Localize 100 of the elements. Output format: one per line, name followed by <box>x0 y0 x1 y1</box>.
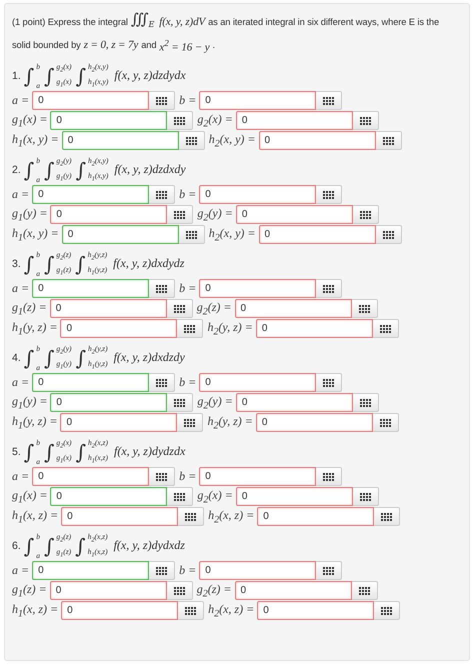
grid-icon <box>174 116 186 125</box>
equation-editor-button[interactable] <box>167 205 194 224</box>
grid-icon <box>186 136 197 145</box>
answer-field[interactable]: 0 <box>199 185 316 204</box>
grid-icon <box>323 96 334 105</box>
answer-field[interactable]: 0 <box>32 91 150 110</box>
integral-sign: ∫ <box>42 344 56 372</box>
answer-field[interactable]: 0 <box>199 373 316 392</box>
answer-field[interactable]: 0 <box>199 91 316 110</box>
answer-field[interactable]: 0 <box>234 299 352 318</box>
equation-editor-button[interactable] <box>149 91 176 110</box>
equation-editor-button[interactable] <box>316 279 342 298</box>
equation-editor-button[interactable] <box>316 373 342 392</box>
answer-field[interactable]: 0 <box>256 319 373 338</box>
grid-icon <box>358 586 370 595</box>
equation-editor-button[interactable] <box>352 581 378 600</box>
answer-field[interactable]: 0 <box>257 507 374 526</box>
equation-editor-button[interactable] <box>316 185 342 204</box>
answer-field[interactable]: 0 <box>236 487 353 506</box>
answer-field[interactable]: 0 <box>61 507 178 526</box>
grid-icon <box>174 398 186 407</box>
equation-editor-button[interactable] <box>352 487 379 506</box>
integral-sign: ∫ <box>74 344 87 372</box>
equation-editor-button[interactable] <box>352 111 379 130</box>
problem-text: solid bounded by <box>12 39 81 52</box>
equation-editor-button[interactable] <box>352 205 379 224</box>
answer-field[interactable]: 0 <box>257 601 374 620</box>
equation-editor-button[interactable] <box>374 601 400 620</box>
answer-field[interactable]: 0 <box>32 373 150 392</box>
grid-icon <box>381 512 392 521</box>
field-label: a = <box>12 469 30 484</box>
equation-editor-button[interactable] <box>178 131 205 150</box>
equation-editor-button[interactable] <box>177 319 204 338</box>
answer-field[interactable]: 0 <box>32 279 150 298</box>
equation-editor-button[interactable] <box>376 225 402 244</box>
answer-field[interactable]: 0 <box>62 131 179 150</box>
equation-editor-button[interactable] <box>149 373 176 392</box>
answer-field[interactable]: 0 <box>60 319 178 338</box>
equation-editor-button[interactable] <box>149 279 176 298</box>
integrand: f(x, y, z)dydxdz <box>114 538 185 554</box>
grid-icon <box>360 116 371 125</box>
answer-field[interactable]: 0 <box>50 393 168 412</box>
answer-field[interactable]: 0 <box>236 393 353 412</box>
answer-field[interactable]: 0 <box>62 225 179 244</box>
integral-sign: ∫ <box>22 156 36 184</box>
answer-field[interactable]: 0 <box>50 205 168 224</box>
equation-editor-button[interactable] <box>167 111 194 130</box>
grid-icon <box>174 304 185 313</box>
equation-editor-button[interactable] <box>177 413 204 432</box>
grid-icon <box>382 230 394 239</box>
field-label: g$_{2}$(y) = <box>197 206 233 224</box>
equation-editor-button[interactable] <box>167 393 194 412</box>
equation-editor-button[interactable] <box>372 413 399 432</box>
grid-icon <box>156 284 168 293</box>
answer-field[interactable]: 0 <box>258 131 376 150</box>
equation: z = 0, z = 7y <box>84 38 138 54</box>
equation-editor-button[interactable] <box>374 507 400 526</box>
equation-editor-button[interactable] <box>149 185 176 204</box>
equation-editor-button[interactable] <box>352 393 379 412</box>
integral-sign: ∫ <box>42 532 56 560</box>
answer-field[interactable]: 0 <box>236 205 353 224</box>
answer-field[interactable]: 0 <box>32 467 150 486</box>
equation-editor-button[interactable] <box>149 561 176 580</box>
grid-icon <box>380 418 391 427</box>
field-label: g$_{2}$(z) = <box>196 582 232 600</box>
answer-field[interactable]: 0 <box>50 581 167 600</box>
answer-field[interactable]: 0 <box>50 111 168 130</box>
answer-field[interactable]: 0 <box>50 487 168 506</box>
equation-editor-button[interactable] <box>166 299 193 318</box>
field-label: g$_{1}$(z) = <box>12 582 47 600</box>
equation-editor-button[interactable] <box>376 131 402 150</box>
equation-editor-button[interactable] <box>178 601 204 620</box>
equation-editor-button[interactable] <box>167 487 194 506</box>
answer-field[interactable]: 0 <box>199 561 316 580</box>
grid-icon <box>381 606 392 615</box>
answer-field[interactable]: 0 <box>32 561 150 580</box>
equation-editor-button[interactable] <box>316 91 342 110</box>
field-label: b = <box>179 281 196 296</box>
answer-field[interactable]: 0 <box>234 581 352 600</box>
equation-editor-button[interactable] <box>316 561 342 580</box>
answer-field[interactable]: 0 <box>199 279 316 298</box>
answer-field[interactable]: 0 <box>32 185 150 204</box>
equation-editor-button[interactable] <box>178 507 204 526</box>
answer-field[interactable]: 0 <box>50 299 167 318</box>
integrand: f(x, y, z)dzdydx <box>114 68 186 84</box>
field-label: a = <box>12 281 30 296</box>
field-label: b = <box>179 469 196 484</box>
equation-editor-button[interactable] <box>352 299 378 318</box>
equation-editor-button[interactable] <box>178 225 205 244</box>
answer-field[interactable]: 0 <box>60 413 178 432</box>
answer-field[interactable]: 0 <box>256 413 373 432</box>
grid-icon <box>323 190 334 199</box>
answer-field[interactable]: 0 <box>258 225 376 244</box>
equation-editor-button[interactable] <box>372 319 399 338</box>
equation-editor-button[interactable] <box>316 467 342 486</box>
answer-field[interactable]: 0 <box>199 467 316 486</box>
answer-field[interactable]: 0 <box>236 111 353 130</box>
answer-field[interactable]: 0 <box>61 601 178 620</box>
equation-editor-button[interactable] <box>166 581 193 600</box>
equation-editor-button[interactable] <box>149 467 176 486</box>
